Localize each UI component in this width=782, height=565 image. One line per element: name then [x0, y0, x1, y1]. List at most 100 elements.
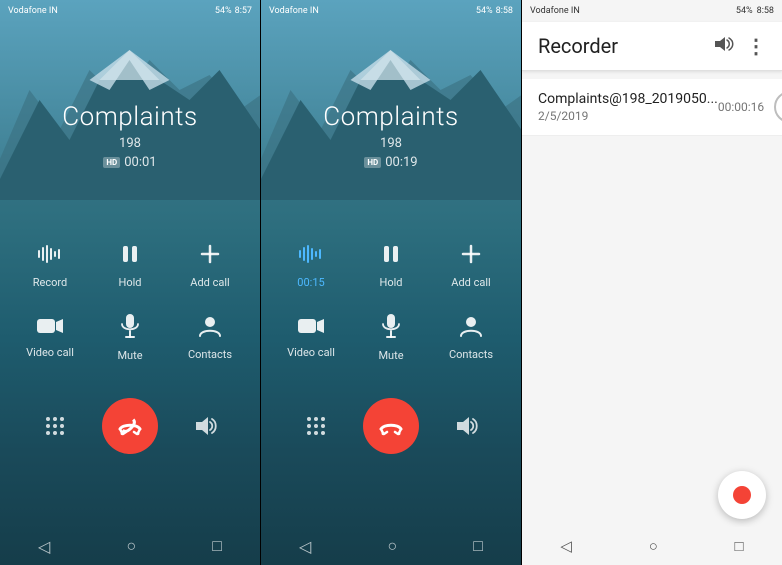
home-nav-2[interactable]: ○: [387, 536, 397, 556]
add-call-icon-1: [198, 242, 222, 272]
recents-nav-2[interactable]: □: [473, 536, 483, 556]
add-call-label-1: Add call: [190, 276, 229, 289]
end-call-btn-1[interactable]: [102, 398, 158, 454]
recorder-time: 8:58: [757, 6, 774, 16]
phone-screen-1: Vodafone IN 54% 8:57 Complaints 198 HD 0…: [0, 0, 260, 565]
recorder-nav: ◁ ○ □: [522, 527, 782, 565]
hold-label-1: Hold: [119, 276, 142, 289]
rec-item-date: 2/5/2019: [538, 109, 718, 123]
actions-grid2-1: Video call Mute Contacts: [0, 301, 260, 374]
recorder-title: Recorder: [538, 34, 618, 58]
call-info-2: Complaints 198 HD 00:19: [261, 22, 521, 170]
add-call-btn-1[interactable]: Add call: [170, 230, 250, 301]
speaker-btn-1[interactable]: [182, 403, 228, 449]
mute-icon-1: [119, 313, 141, 345]
record-icon-2: [297, 242, 325, 272]
speaker-btn-2[interactable]: [443, 403, 489, 449]
rec-item-left: Complaints@198_2019050... 2/5/2019: [538, 91, 718, 123]
add-call-icon-2: [459, 242, 483, 272]
nav-bar-2: ◁ ○ □: [261, 527, 521, 565]
carrier-2: Vodafone IN: [269, 6, 319, 16]
actions-grid2-2: Video call Mute Contacts: [261, 301, 521, 374]
video-call-label-2: Video call: [287, 346, 335, 359]
status-right-1: 54% 8:57: [215, 6, 252, 16]
mute-icon-2: [380, 313, 402, 345]
status-left-2: Vodafone IN: [269, 6, 319, 16]
more-icon[interactable]: ⋮: [746, 34, 766, 58]
rec-item-duration: 00:00:16: [718, 100, 764, 114]
mute-label-2: Mute: [378, 349, 403, 362]
hold-icon-2: [381, 242, 401, 272]
mute-btn-1[interactable]: Mute: [90, 301, 170, 374]
rec-recents-nav[interactable]: □: [735, 537, 744, 555]
fab-area: [522, 471, 782, 527]
video-call-label-1: Video call: [26, 346, 74, 359]
recorder-header: Recorder ⋮: [522, 22, 782, 71]
recorder-status-bar: Vodafone IN 54% 8:58: [522, 0, 782, 22]
contacts-btn-2[interactable]: Contacts: [431, 301, 511, 374]
rec-back-nav[interactable]: ◁: [560, 537, 572, 555]
call-controls-1: [0, 382, 260, 470]
play-button[interactable]: [774, 91, 782, 123]
call-info-1: Complaints 198 HD 00:01: [0, 22, 260, 170]
time-2: 8:58: [496, 6, 513, 16]
carrier-1: Vodafone IN: [8, 6, 58, 16]
call-duration-2: 00:19: [385, 155, 417, 170]
hold-btn-1[interactable]: Hold: [90, 230, 170, 301]
rec-home-nav[interactable]: ○: [649, 537, 658, 555]
record-btn-2[interactable]: 00:15: [271, 230, 351, 301]
contacts-label-2: Contacts: [449, 348, 493, 361]
video-call-btn-2[interactable]: Video call: [271, 301, 351, 374]
recents-nav-1[interactable]: □: [212, 536, 222, 556]
record-btn-1[interactable]: Record: [10, 230, 90, 301]
nav-bar-1: ◁ ○ □: [0, 527, 260, 565]
call-controls-2: [261, 382, 521, 470]
mute-label-1: Mute: [117, 349, 142, 362]
contacts-icon-1: [196, 314, 224, 344]
call-name-2: Complaints: [323, 102, 458, 132]
time-1: 8:57: [235, 6, 252, 16]
call-number-1: 198: [119, 136, 141, 151]
battery-2: 54%: [476, 6, 493, 16]
battery-1: 54%: [215, 6, 232, 16]
status-bar-1: Vodafone IN 54% 8:57: [0, 0, 260, 22]
add-call-btn-2[interactable]: Add call: [431, 230, 511, 301]
recorder-header-icons: ⋮: [714, 34, 766, 58]
status-bar-2: Vodafone IN 54% 8:58: [261, 0, 521, 22]
phone-screen-2: Vodafone IN 54% 8:58 Complaints 198 HD 0…: [261, 0, 521, 565]
rec-item-right: 00:00:16: [718, 91, 782, 123]
hold-icon-1: [120, 242, 140, 272]
actions-grid-2: 00:15 Hold Add call: [261, 230, 521, 301]
contacts-icon-2: [457, 314, 485, 344]
call-duration-row-1: HD 00:01: [103, 155, 156, 170]
mute-btn-2[interactable]: Mute: [351, 301, 431, 374]
hd-badge-2: HD: [364, 157, 381, 168]
contacts-btn-1[interactable]: Contacts: [170, 301, 250, 374]
recorder-carrier: Vodafone IN: [530, 6, 580, 16]
call-duration-1: 00:01: [124, 155, 156, 170]
home-nav-1[interactable]: ○: [126, 536, 136, 556]
recorder-content-area: [522, 136, 782, 471]
volume-icon[interactable]: [714, 35, 734, 58]
dialpad-btn-2[interactable]: [293, 403, 339, 449]
status-left-1: Vodafone IN: [8, 6, 58, 16]
hold-btn-2[interactable]: Hold: [351, 230, 431, 301]
back-nav-1[interactable]: ◁: [38, 537, 50, 556]
rec-item-name: Complaints@198_2019050...: [538, 91, 718, 107]
hd-badge-1: HD: [103, 157, 120, 168]
call-name-1: Complaints: [62, 102, 197, 132]
status-right-2: 54% 8:58: [476, 6, 513, 16]
video-call-btn-1[interactable]: Video call: [10, 301, 90, 374]
recorder-battery: 54%: [736, 6, 753, 16]
record-icon-1: [36, 242, 64, 272]
dialpad-btn-1[interactable]: [32, 403, 78, 449]
rec-fab-button[interactable]: [718, 471, 766, 519]
hold-label-2: Hold: [380, 276, 403, 289]
call-duration-row-2: HD 00:19: [364, 155, 417, 170]
back-nav-2[interactable]: ◁: [299, 537, 311, 556]
actions-grid-1: Record Hold Add call: [0, 230, 260, 301]
record-label-1: Record: [33, 276, 67, 289]
rec-fab-dot: [733, 486, 751, 504]
record-timer-2: 00:15: [297, 276, 324, 289]
end-call-btn-2[interactable]: [363, 398, 419, 454]
